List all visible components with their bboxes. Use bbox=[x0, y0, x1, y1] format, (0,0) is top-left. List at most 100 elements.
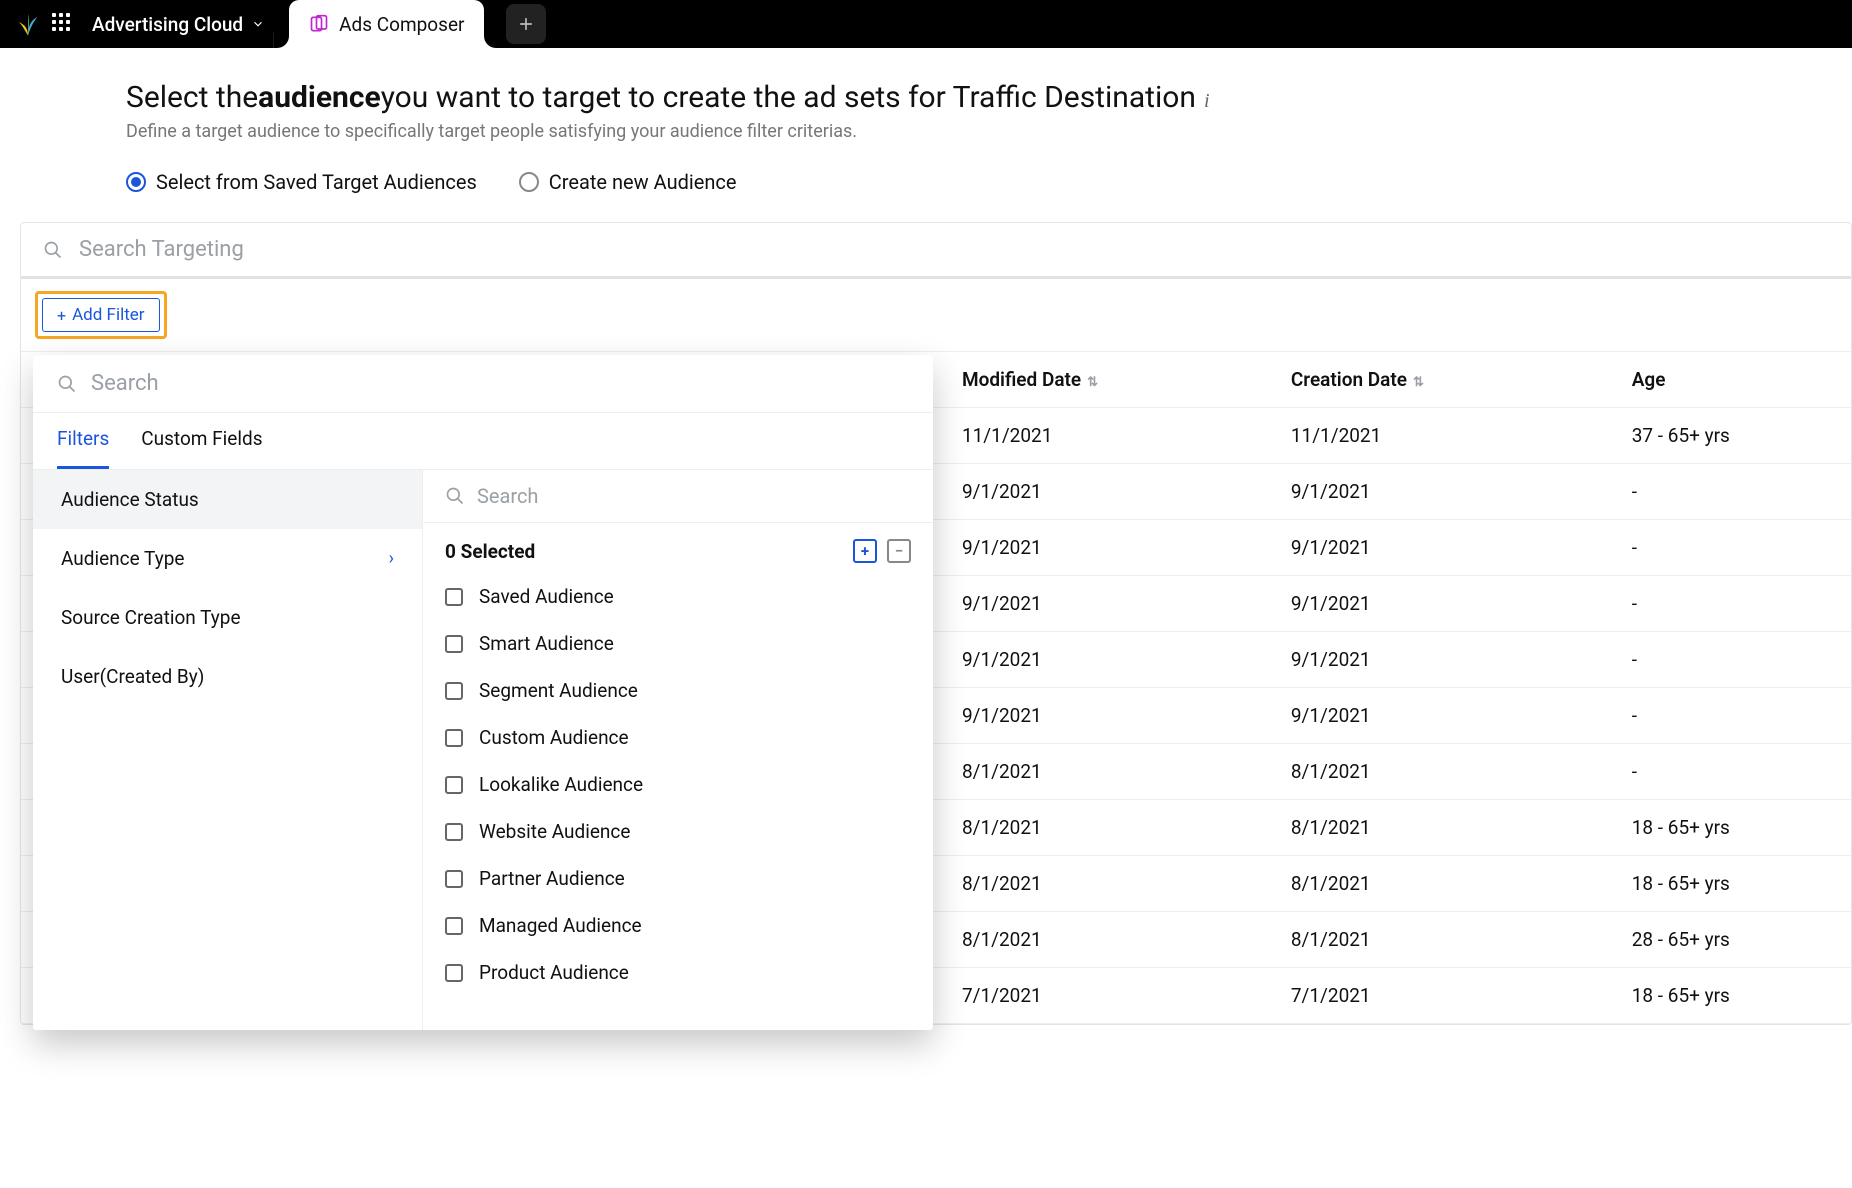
radio-icon bbox=[519, 172, 539, 192]
category-audience-status[interactable]: Audience Status bbox=[33, 470, 422, 529]
filter-option[interactable]: Website Audience bbox=[445, 808, 911, 855]
option-label: Product Audience bbox=[479, 961, 629, 984]
category-user-created-by[interactable]: User(Created By) bbox=[33, 647, 422, 706]
cell-created: 8/1/2021 bbox=[1271, 912, 1612, 968]
cell-created: 9/1/2021 bbox=[1271, 520, 1612, 576]
filter-option[interactable]: Custom Audience bbox=[445, 714, 911, 761]
checkbox-icon bbox=[445, 729, 463, 747]
option-label: Saved Audience bbox=[479, 585, 614, 608]
option-list: Saved Audience Smart AudienceSegment Audi… bbox=[423, 573, 933, 1006]
category-audience-type[interactable]: Audience Type› bbox=[33, 529, 422, 588]
cell-modified: 8/1/2021 bbox=[942, 912, 1271, 968]
page-header: Select the audience you want to target t… bbox=[0, 48, 1852, 156]
option-label: Custom Audience bbox=[479, 726, 629, 749]
plus-icon bbox=[516, 14, 536, 34]
radio-create-new[interactable]: Create new Audience bbox=[519, 170, 737, 194]
audience-source-radios: Select from Saved Target Audiences Creat… bbox=[0, 156, 1852, 194]
tab-filters[interactable]: Filters bbox=[57, 413, 109, 469]
select-all-button[interactable]: + bbox=[853, 539, 877, 563]
page-subtitle: Define a target audience to specifically… bbox=[126, 121, 1852, 142]
option-label: Managed Audience bbox=[479, 914, 642, 937]
radio-icon bbox=[126, 172, 146, 192]
checkbox-icon bbox=[445, 964, 463, 982]
filter-option[interactable]: Product Audience bbox=[445, 949, 911, 996]
sort-icon: ⇅ bbox=[1087, 375, 1098, 390]
plus-icon: + bbox=[57, 306, 66, 325]
cell-age: - bbox=[1612, 464, 1851, 520]
checkbox-icon bbox=[445, 776, 463, 794]
filter-categories: Audience Status Audience Type› Source Cr… bbox=[33, 470, 423, 1030]
cell-age: 37 - 65+ yrs bbox=[1612, 408, 1851, 464]
cell-modified: 11/1/2021 bbox=[942, 408, 1271, 464]
cell-modified: 8/1/2021 bbox=[942, 856, 1271, 912]
tab-label: Ads Composer bbox=[339, 13, 464, 36]
search-icon bbox=[445, 486, 465, 506]
filter-bar: + Add Filter bbox=[21, 279, 1851, 352]
filter-option[interactable]: Lookalike Audience bbox=[445, 761, 911, 808]
app-logo bbox=[14, 10, 42, 38]
cell-created: 9/1/2021 bbox=[1271, 688, 1612, 744]
search-targeting-input[interactable] bbox=[79, 237, 1829, 262]
tab-ads-composer[interactable]: Ads Composer bbox=[289, 0, 484, 48]
brand-dropdown[interactable]: Advertising Cloud bbox=[92, 13, 265, 36]
cell-created: 9/1/2021 bbox=[1271, 632, 1612, 688]
title-prefix: Select the bbox=[126, 80, 258, 115]
radio-label: Select from Saved Target Audiences bbox=[156, 170, 477, 194]
cell-created: 8/1/2021 bbox=[1271, 800, 1612, 856]
cell-age: 18 - 65+ yrs bbox=[1612, 856, 1851, 912]
add-filter-button[interactable]: + Add Filter bbox=[42, 298, 160, 332]
checkbox-icon bbox=[445, 870, 463, 888]
selection-actions: + − bbox=[853, 539, 911, 563]
main-panel: + Add Filter Reach Modified Date⇅ Creati… bbox=[20, 222, 1852, 1025]
option-label: Partner Audience bbox=[479, 867, 625, 890]
cell-created: 8/1/2021 bbox=[1271, 856, 1612, 912]
brand-label: Advertising Cloud bbox=[92, 13, 243, 36]
col-modified[interactable]: Modified Date⇅ bbox=[942, 352, 1271, 408]
sort-icon: ⇅ bbox=[1413, 375, 1424, 390]
cell-created: 9/1/2021 bbox=[1271, 464, 1612, 520]
col-created[interactable]: Creation Date⇅ bbox=[1271, 352, 1612, 408]
deselect-all-button[interactable]: − bbox=[887, 539, 911, 563]
radio-saved-audiences[interactable]: Select from Saved Target Audiences bbox=[126, 170, 477, 194]
cell-age: 18 - 65+ yrs bbox=[1612, 968, 1851, 1024]
info-icon[interactable]: i bbox=[1204, 90, 1210, 113]
cell-modified: 8/1/2021 bbox=[942, 800, 1271, 856]
cell-age: 18 - 65+ yrs bbox=[1612, 800, 1851, 856]
cell-modified: 9/1/2021 bbox=[942, 464, 1271, 520]
search-icon bbox=[43, 240, 63, 260]
title-bold: audience bbox=[258, 80, 381, 115]
options-search-input[interactable] bbox=[477, 484, 911, 508]
cell-age: - bbox=[1612, 520, 1851, 576]
topbar: Advertising Cloud Ads Composer bbox=[0, 0, 1852, 48]
filter-option[interactable]: Partner Audience bbox=[445, 855, 911, 902]
add-filter-highlight: + Add Filter bbox=[35, 291, 167, 339]
page-title: Select the audience you want to target t… bbox=[126, 80, 1210, 115]
popover-body: Audience Status Audience Type› Source Cr… bbox=[33, 470, 933, 1030]
filter-option[interactable]: Managed Audience bbox=[445, 902, 911, 949]
category-source-creation[interactable]: Source Creation Type bbox=[33, 588, 422, 647]
app-launcher-icon[interactable] bbox=[52, 13, 74, 35]
filter-option[interactable]: Saved Audience bbox=[445, 573, 911, 620]
cell-modified: 9/1/2021 bbox=[942, 688, 1271, 744]
cell-created: 11/1/2021 bbox=[1271, 408, 1612, 464]
search-targeting-bar bbox=[21, 223, 1851, 279]
cell-modified: 8/1/2021 bbox=[942, 744, 1271, 800]
filter-popover: Filters Custom Fields Audience Status Au… bbox=[33, 355, 933, 1030]
radio-label: Create new Audience bbox=[549, 170, 737, 194]
filter-options-panel: 0 Selected + − Saved AudienceSmart Audie… bbox=[423, 470, 933, 1030]
cell-age: - bbox=[1612, 576, 1851, 632]
options-search-bar bbox=[423, 470, 933, 523]
filter-option[interactable]: Segment Audience bbox=[445, 667, 911, 714]
cell-created: 8/1/2021 bbox=[1271, 744, 1612, 800]
cell-created: 7/1/2021 bbox=[1271, 968, 1612, 1024]
popover-search-input[interactable] bbox=[91, 371, 909, 396]
add-filter-label: Add Filter bbox=[72, 305, 144, 325]
tab-custom-fields[interactable]: Custom Fields bbox=[141, 413, 262, 469]
option-label: Website Audience bbox=[479, 820, 630, 843]
checkbox-icon bbox=[445, 823, 463, 841]
new-tab-button[interactable] bbox=[506, 4, 546, 44]
col-age[interactable]: Age bbox=[1612, 352, 1851, 408]
cell-modified: 9/1/2021 bbox=[942, 520, 1271, 576]
filter-option[interactable]: Smart Audience bbox=[445, 620, 911, 667]
option-label: Lookalike Audience bbox=[479, 773, 643, 796]
